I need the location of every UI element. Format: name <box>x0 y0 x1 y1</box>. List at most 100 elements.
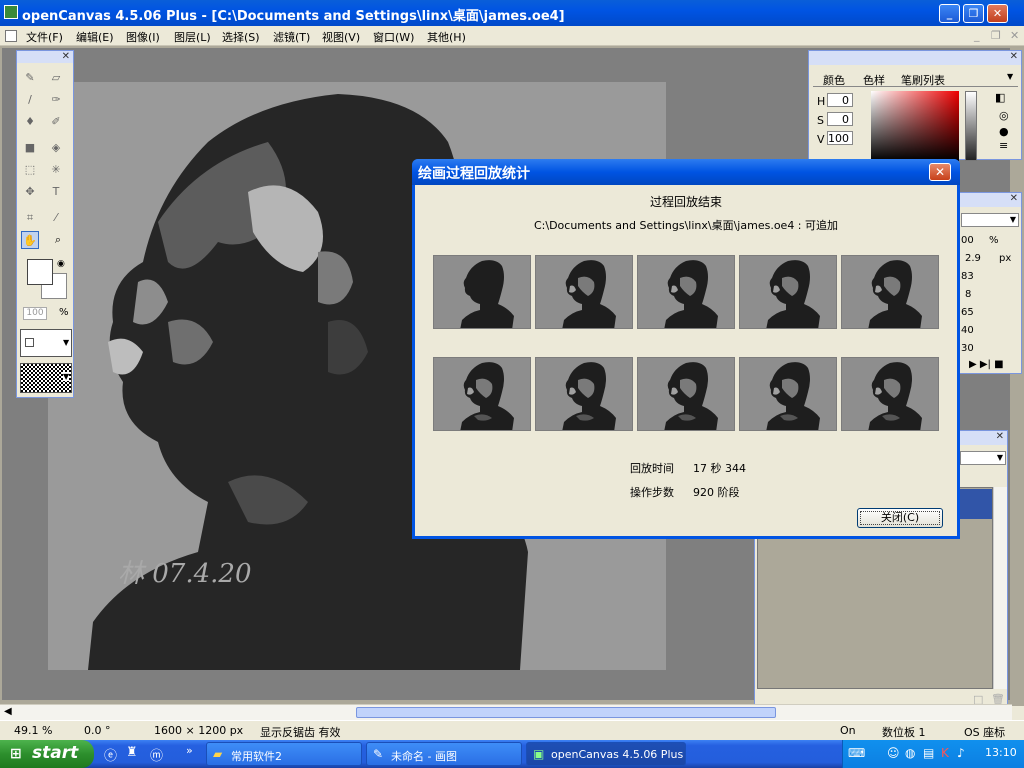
brush-palette-close-icon[interactable]: ✕ <box>1010 193 1018 204</box>
menu-window[interactable]: 窗口(W) <box>373 29 414 45</box>
playback-time-value: 17 秒 344 <box>693 462 746 475</box>
brush-settings-panel: ✕ ▼ 00 % 2.9 px 83 8 65 40 30 ▶ ▶| ■ <box>958 192 1022 374</box>
close-button[interactable]: 关闭(C) <box>857 508 943 528</box>
layer-item-selected[interactable] <box>960 489 992 519</box>
system-tray: ☺ ◍ ▤ K ♪ 13:10 <box>842 740 1024 768</box>
brush-tool-icon[interactable]: / <box>21 91 39 109</box>
dialog-body: 过程回放结束 C:\Documents and Settings\linx\桌面… <box>415 185 957 536</box>
watercolor-tool-icon[interactable]: ♦ <box>21 113 39 131</box>
menu-view[interactable]: 视图(V) <box>322 29 360 45</box>
bucket-tool-icon[interactable]: ◈ <box>47 139 65 157</box>
tab-brush-list[interactable]: 笔刷列表 <box>901 72 945 88</box>
taskbar-item-opencanvas[interactable]: ▣ openCanvas 4.5.06 Plus <box>526 742 686 766</box>
brush-play-icon[interactable]: ▶ ▶| ■ <box>969 359 1004 370</box>
tray-icon-network[interactable]: ◍ <box>905 746 915 760</box>
messenger-quicklaunch-icon[interactable]: ⓜ <box>150 745 163 764</box>
brush-value-5[interactable]: 65 <box>961 307 974 318</box>
signature: 林 07.4.20 <box>118 559 252 589</box>
tray-icon-users[interactable]: ☺ <box>887 746 900 760</box>
brush-value-4[interactable]: 8 <box>965 289 971 300</box>
playback-stats-dialog: 绘画过程回放统计 ✕ 过程回放结束 C:\Documents and Setti… <box>412 159 960 539</box>
dialog-titlebar[interactable]: 绘画过程回放统计 ✕ <box>412 159 960 185</box>
layer-scrollbar[interactable] <box>993 487 1007 689</box>
menu-edit[interactable]: 编辑(E) <box>76 29 114 45</box>
brush-shape-select[interactable]: ▼ <box>20 329 72 357</box>
playback-thumbnail <box>841 255 939 329</box>
pen-tool-icon[interactable]: ✎ <box>21 69 39 87</box>
color-dot-icon[interactable]: ● <box>999 125 1009 138</box>
keyboard-tray-icon[interactable]: ⌨ <box>848 746 865 760</box>
hand-tool-icon[interactable]: ✋ <box>21 231 39 249</box>
layer-blend-select[interactable]: ▼ <box>960 451 1006 465</box>
menu-image[interactable]: 图像(I) <box>126 29 160 45</box>
brush-value-1[interactable]: 00 <box>961 235 974 246</box>
app-quicklaunch-icon[interactable]: ♜ <box>126 745 138 760</box>
airbrush-tool-icon[interactable]: ✑ <box>47 91 65 109</box>
magic-wand-icon[interactable]: ✳ <box>47 161 65 179</box>
tab-swatches[interactable]: 色样 <box>863 72 885 88</box>
brush-value-7[interactable]: 30 <box>961 343 974 354</box>
ie-quicklaunch-icon[interactable]: ⓔ <box>104 745 117 764</box>
menu-select[interactable]: 选择(S) <box>222 29 260 45</box>
menu-filter[interactable]: 滤镜(T) <box>273 29 310 45</box>
hue-input[interactable]: 0 <box>827 93 853 107</box>
mdi-close-icon[interactable]: ✕ <box>1010 29 1019 42</box>
eyedropper-icon[interactable]: ⁄ <box>47 209 65 227</box>
fill-tool-icon[interactable]: ■ <box>21 139 39 157</box>
scroll-thumb[interactable] <box>356 707 776 718</box>
quicklaunch-more-icon[interactable]: » <box>186 744 193 757</box>
value-input[interactable]: 100 <box>827 131 853 145</box>
color-mode-icon[interactable]: ◧ <box>995 91 1005 104</box>
window-title: openCanvas 4.5.06 Plus - [C:\Documents a… <box>22 9 565 24</box>
taskbar-item-paint[interactable]: ✎ 未命名 - 画图 <box>366 742 522 766</box>
saturation-input[interactable]: 0 <box>827 112 853 126</box>
palette-menu-icon[interactable]: ▼ <box>1007 72 1013 81</box>
mdi-minimize-icon[interactable]: _ <box>974 29 980 42</box>
saturation-value-picker[interactable] <box>871 91 959 161</box>
minimize-button[interactable]: _ <box>939 4 960 23</box>
menu-file[interactable]: 文件(F) <box>26 29 63 45</box>
playback-thumbnail <box>739 357 837 431</box>
brush-size-value[interactable]: 2.9 <box>965 253 981 264</box>
color-play-icon[interactable]: ◎ <box>999 109 1009 122</box>
horizontal-scrollbar[interactable]: ◀ <box>0 704 1012 720</box>
color-list-icon[interactable]: ≡ <box>999 139 1008 152</box>
value-slider[interactable] <box>965 91 977 161</box>
brush-mode-select[interactable]: ▼ <box>961 213 1019 227</box>
blur-tool-icon[interactable]: ✐ <box>47 113 65 131</box>
text-tool-icon[interactable]: T <box>47 183 65 201</box>
dialog-close-icon[interactable]: ✕ <box>929 163 951 181</box>
start-button[interactable]: ⊞ start <box>0 740 94 768</box>
tab-color[interactable]: 颜色 <box>823 72 845 88</box>
crop-tool-icon[interactable]: ⌗ <box>21 209 39 227</box>
swap-colors-icon[interactable]: ◉ <box>57 259 65 269</box>
tray-icon-display[interactable]: ▤ <box>923 746 934 760</box>
texture-pattern-select[interactable]: ▼ <box>20 363 72 393</box>
brush-value-3[interactable]: 83 <box>961 271 974 282</box>
mdi-restore-icon[interactable]: ❐ <box>991 29 1001 42</box>
window-titlebar[interactable]: openCanvas 4.5.06 Plus - [C:\Documents a… <box>0 0 1024 26</box>
select-rect-icon[interactable]: ⬚ <box>21 161 39 179</box>
toolbox-close-icon[interactable]: ✕ <box>62 51 70 62</box>
brush-value-6[interactable]: 40 <box>961 325 974 336</box>
taskbar-item-folder[interactable]: ▰ 常用软件2 <box>206 742 362 766</box>
toolbox-zoom-value[interactable]: 100 <box>23 307 47 320</box>
menu-layer[interactable]: 图层(L) <box>174 29 211 45</box>
close-window-button[interactable]: ✕ <box>987 4 1008 23</box>
color-palette-close-icon[interactable]: ✕ <box>1010 51 1018 62</box>
foreground-color-swatch[interactable] <box>27 259 53 285</box>
menu-other[interactable]: 其他(H) <box>427 29 466 45</box>
taskbar-item-opencanvas-label: openCanvas 4.5.06 Plus <box>551 748 684 761</box>
move-tool-icon[interactable]: ✥ <box>21 183 39 201</box>
tray-icon-volume[interactable]: ♪ <box>957 746 965 760</box>
zoom-tool-icon[interactable]: ⌕ <box>49 231 67 249</box>
maximize-button[interactable]: ❐ <box>963 4 984 23</box>
layer-palette-close-icon[interactable]: ✕ <box>996 431 1004 442</box>
scroll-left-icon[interactable]: ◀ <box>4 706 12 717</box>
brush-size-unit: px <box>999 253 1012 264</box>
status-zoom: 49.1 % <box>14 724 53 737</box>
tray-icon-antivirus[interactable]: K <box>941 746 949 760</box>
playback-thumbnail <box>739 255 837 329</box>
document-icon <box>5 30 17 42</box>
eraser-tool-icon[interactable]: ▱ <box>47 69 65 87</box>
